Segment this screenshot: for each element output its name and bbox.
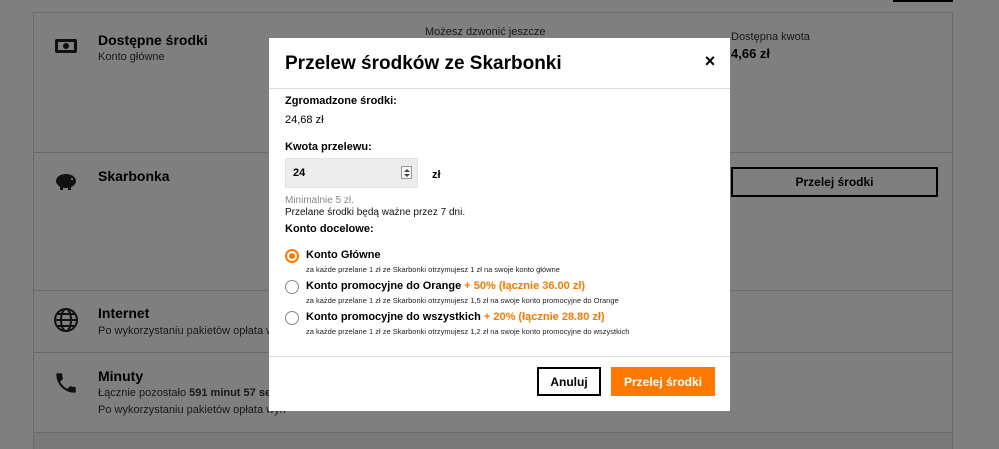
radio-orange-promo[interactable] — [285, 280, 299, 294]
arrow-down-icon[interactable] — [404, 174, 410, 177]
option-description: za każde przelane 1 zł ze Skarbonki otrz… — [306, 265, 560, 274]
arrow-up-icon[interactable] — [404, 169, 410, 172]
option-title: Konto Główne — [306, 249, 381, 261]
transfer-button[interactable]: Przelej środki — [611, 367, 715, 396]
radio-all-promo[interactable] — [285, 311, 299, 325]
target-account-label: Konto docelowe: — [285, 223, 374, 235]
option-all-promo[interactable]: Konto promocyjne do wszystkich + 20% (łą… — [285, 311, 715, 339]
close-icon[interactable]: × — [702, 52, 718, 70]
transfer-modal: Przelew środków ze Skarbonki × Zgromadzo… — [269, 38, 730, 411]
radio-main-account[interactable] — [285, 249, 299, 263]
option-description: za każde przelane 1 zł ze Skarbonki otrz… — [306, 296, 619, 305]
amount-input[interactable] — [286, 159, 402, 187]
cancel-button[interactable]: Anuluj — [537, 367, 601, 396]
option-title: Konto promocyjne do wszystkich + 20% (łą… — [306, 311, 605, 323]
option-description: za każde przelane 1 zł ze Skarbonki otrz… — [306, 327, 630, 336]
amount-stepper[interactable] — [285, 158, 418, 188]
option-main-account[interactable]: Konto Główne za każde przelane 1 zł ze S… — [285, 249, 715, 277]
amount-unit: zł — [432, 169, 441, 181]
option-title: Konto promocyjne do Orange + 50% (łączni… — [306, 280, 586, 292]
collected-funds-value: 24,68 zł — [285, 114, 324, 126]
modal-header: Przelew środków ze Skarbonki × — [269, 38, 730, 89]
amount-label: Kwota przelewu: — [285, 141, 372, 153]
validity-note: Przelane środki będą ważne przez 7 dni. — [285, 207, 466, 218]
stepper-arrows[interactable] — [401, 166, 412, 179]
modal-title: Przelew środków ze Skarbonki — [285, 53, 562, 74]
modal-footer-divider — [269, 356, 730, 357]
option-orange-promo[interactable]: Konto promocyjne do Orange + 50% (łączni… — [285, 280, 715, 308]
collected-funds-label: Zgromadzone środki: — [285, 95, 397, 107]
minimum-hint: Minimalnie 5 zł. — [285, 195, 354, 206]
